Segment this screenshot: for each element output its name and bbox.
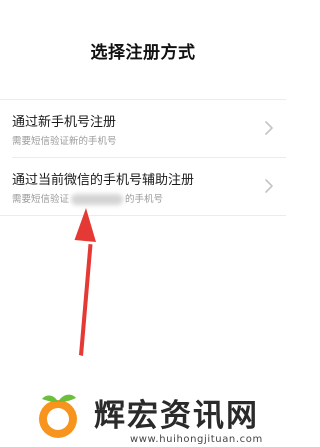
watermark-site-name: 辉宏资讯网: [94, 398, 259, 434]
watermark: 辉宏资讯网 www.huihongjituan.com: [0, 384, 286, 447]
red-arrow-up-icon: [74, 208, 96, 356]
orange-fruit-icon: [39, 394, 77, 438]
watermark-url: www.huihongjituan.com: [130, 434, 263, 445]
